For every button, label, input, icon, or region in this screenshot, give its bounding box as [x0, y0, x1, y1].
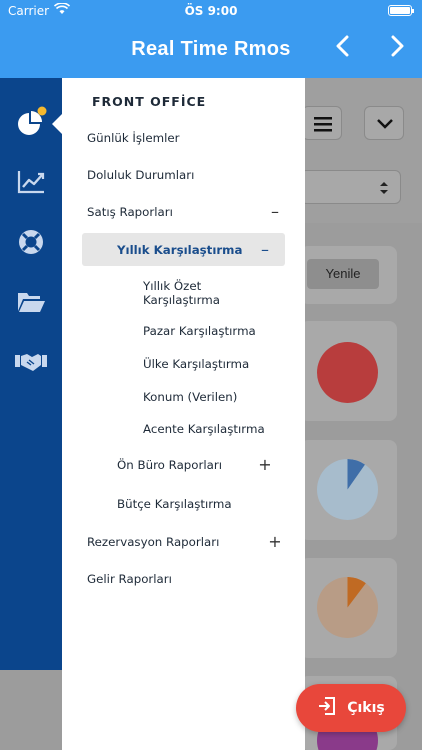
battery-icon — [388, 5, 414, 16]
menu-item-sales-reports[interactable]: Satış Raporları — [87, 205, 173, 219]
menu-button[interactable] — [302, 106, 342, 140]
line-chart-icon[interactable] — [0, 162, 62, 202]
sign-out-icon — [317, 696, 337, 720]
exit-label: Çıkış — [347, 700, 385, 716]
pie-chart — [317, 459, 378, 520]
active-indicator — [52, 114, 62, 134]
menu-item-yearly-summary-comparison[interactable]: Yıllık Özet Karşılaştırma — [143, 279, 253, 307]
page-title: Real Time Rmos — [131, 38, 291, 60]
menu-item-budget-comparison[interactable]: Bütçe Karşılaştırma — [117, 497, 232, 511]
menu-item-daily-operations[interactable]: Günlük İşlemler — [87, 131, 179, 145]
menu-item-location[interactable]: Konum (Verilen) — [143, 390, 237, 404]
menu-item-front-office-reports[interactable]: Ön Büro Raporları — [117, 458, 222, 472]
select-field[interactable] — [300, 170, 401, 204]
lifebuoy-icon[interactable] — [0, 222, 62, 262]
dropdown-button[interactable] — [364, 106, 404, 140]
chevron-right-icon[interactable] — [384, 34, 410, 64]
top-bar: Carrier ÖS 9:00 Real Time Rmos — [0, 0, 422, 78]
exit-button[interactable]: Çıkış — [296, 684, 406, 732]
refresh-button[interactable]: Yenile — [307, 259, 379, 289]
menu-item-agency-comparison[interactable]: Acente Karşılaştırma — [143, 422, 265, 436]
folder-open-icon[interactable] — [0, 282, 62, 322]
clock: ÖS 9:00 — [184, 4, 238, 18]
status-bar: Carrier ÖS 9:00 — [0, 0, 422, 22]
expand-icon[interactable]: + — [257, 455, 273, 474]
menu-item-reservation-reports[interactable]: Rezervasyon Raporları — [87, 535, 219, 549]
menu-item-occupancy[interactable]: Doluluk Durumları — [87, 168, 194, 182]
pie-chart — [317, 577, 378, 638]
menu-item-yearly-comparison[interactable]: Yıllık Karşılaştırma — [117, 243, 242, 257]
handshake-icon[interactable] — [0, 342, 62, 382]
menu-item-country-comparison[interactable]: Ülke Karşılaştırma — [143, 357, 249, 371]
expand-icon[interactable]: + — [267, 532, 283, 551]
menu-item-market-comparison[interactable]: Pazar Karşılaştırma — [143, 324, 256, 338]
pie-chart — [317, 342, 378, 403]
collapse-icon[interactable]: – — [257, 240, 273, 259]
icon-rail — [0, 78, 62, 670]
menu-item-revenue-reports[interactable]: Gelir Raporları — [87, 572, 172, 586]
section-title: FRONT OFFİCE — [92, 94, 207, 109]
side-drawer: FRONT OFFİCE Günlük İşlemler Doluluk Dur… — [62, 78, 305, 750]
chevron-left-icon[interactable] — [330, 34, 356, 64]
collapse-icon[interactable]: – — [267, 202, 283, 221]
